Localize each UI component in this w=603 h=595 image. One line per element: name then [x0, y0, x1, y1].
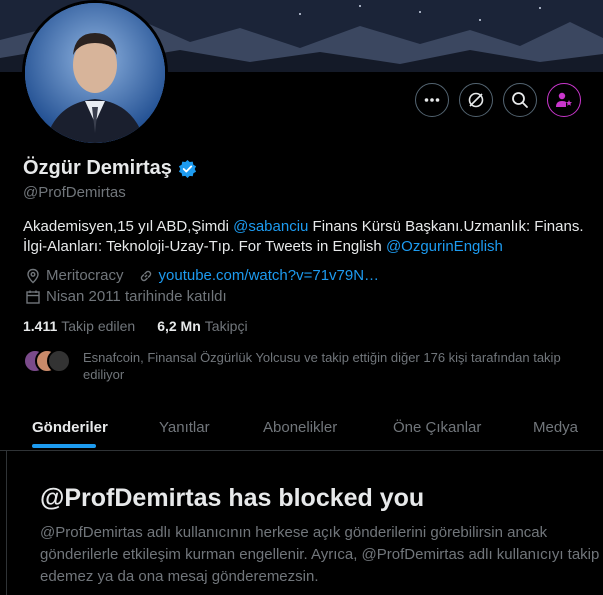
grok-button[interactable] — [459, 83, 493, 117]
link-icon — [138, 268, 154, 284]
follow-stats: 1.411 Takip edilen 6,2 Mn Takipçi — [23, 318, 248, 334]
location-icon — [25, 268, 41, 284]
profile-name-row: Özgür Demirtaş — [23, 157, 197, 180]
subscribe-icon — [556, 92, 572, 107]
profile-name: Özgür Demirtaş — [23, 157, 172, 179]
tabs-divider — [0, 450, 603, 451]
active-tab-indicator — [32, 444, 96, 448]
profile-handle: @ProfDemirtas — [23, 184, 126, 201]
profile-website-link[interactable]: youtube.com/watch?v=71v79N… — [159, 267, 380, 284]
following-label: Takip edilen — [61, 318, 136, 334]
tab-replies[interactable]: Yanıtlar — [159, 404, 210, 450]
more-icon — [424, 98, 440, 102]
profile-join-date: Nisan 2011 tarihinde katıldı — [46, 288, 227, 305]
profile-location: Meritocracy — [46, 267, 124, 284]
search-button[interactable] — [503, 83, 537, 117]
more-button[interactable] — [415, 83, 449, 117]
profile-meta-row: Meritocracy youtube.com/watch?v=71v79N… — [25, 267, 379, 284]
bio-mention-link[interactable]: @OzgurinEnglish — [386, 238, 503, 255]
mutual-followers-text: Esnafcoin, Finansal Özgürlük Yolcusu ve … — [83, 350, 561, 382]
tab-subscriptions[interactable]: Abonelikler — [263, 404, 337, 450]
following-count: 1.411 — [23, 318, 58, 334]
bio-mention-link[interactable]: @sabanciu — [233, 218, 308, 235]
followers-label: Takipçi — [204, 318, 248, 334]
blocked-title: @ProfDemirtas has blocked you — [40, 484, 425, 512]
blocked-description: @ProfDemirtas adlı kullanıcının herkese … — [40, 524, 600, 585]
avatar — [47, 349, 71, 373]
followers-link[interactable]: 6,2 Mn Takipçi — [157, 318, 247, 334]
tab-media[interactable]: Medya — [533, 404, 578, 450]
profile-avatar[interactable] — [22, 0, 168, 146]
calendar-icon — [25, 289, 41, 305]
column-border — [6, 450, 7, 595]
subscribe-button[interactable] — [547, 83, 581, 117]
profile-bio: Akademisyen,15 yıl ABD,Şimdi @sabanciu F… — [23, 217, 598, 257]
mutual-avatars — [23, 349, 83, 373]
profile-meta-row: Nisan 2011 tarihinde katıldı — [25, 288, 227, 305]
grok-icon — [468, 92, 484, 108]
followers-count: 6,2 Mn — [157, 318, 201, 334]
mutual-followers[interactable]: Esnafcoin, Finansal Özgürlük Yolcusu ve … — [23, 349, 603, 383]
avatar-photo — [25, 3, 165, 143]
verified-badge-icon[interactable] — [178, 159, 197, 178]
search-icon — [512, 92, 528, 108]
following-link[interactable]: 1.411 Takip edilen — [23, 318, 135, 334]
bio-text: Akademisyen,15 yıl ABD,Şimdi — [23, 218, 234, 235]
tab-highlights[interactable]: Öne Çıkanlar — [393, 404, 481, 450]
